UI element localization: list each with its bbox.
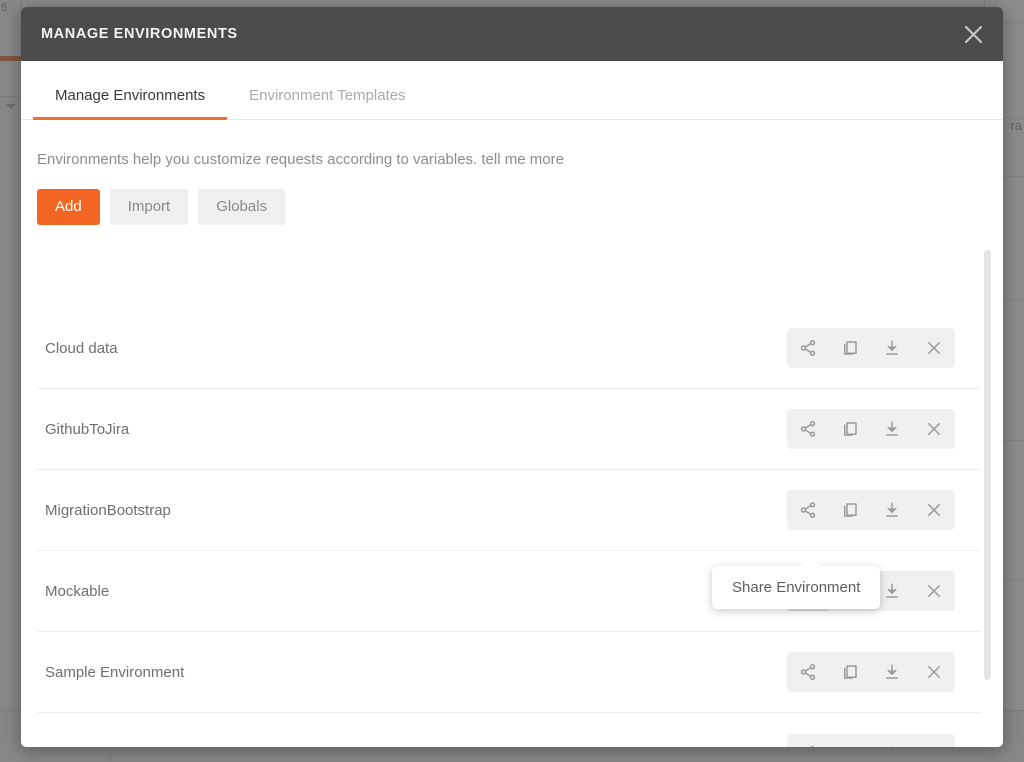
table-row[interactable]: GithubToJira — [37, 389, 981, 470]
download-icon[interactable] — [871, 328, 913, 368]
copy-icon[interactable] — [829, 490, 871, 530]
add-button[interactable]: Add — [37, 188, 100, 225]
row-action-group — [787, 328, 955, 368]
copy-icon[interactable] — [829, 409, 871, 449]
tooltip-share-environment: Share Environment — [712, 557, 881, 609]
share-icon[interactable] — [787, 409, 829, 449]
modal-header: MANAGE ENVIRONMENTS — [21, 7, 1003, 61]
globals-button[interactable]: Globals — [198, 188, 286, 225]
environment-name: Support — [45, 745, 98, 747]
tab-environment-templates[interactable]: Environment Templates — [227, 88, 427, 119]
environment-name: Sample Environment — [45, 663, 185, 681]
environment-name: MigrationBootstrap — [45, 501, 171, 519]
table-row[interactable]: Cloud data — [37, 308, 981, 389]
delete-icon[interactable] — [913, 652, 955, 692]
delete-icon[interactable] — [913, 409, 955, 449]
manage-environments-modal: MANAGE ENVIRONMENTS Manage Environments … — [21, 7, 1003, 747]
share-icon[interactable] — [787, 490, 829, 530]
modal-body: Environments help you customize requests… — [21, 150, 1003, 747]
download-icon[interactable] — [871, 734, 913, 747]
table-row[interactable]: Sample Environment — [37, 632, 981, 713]
delete-icon[interactable] — [913, 490, 955, 530]
download-icon[interactable] — [871, 490, 913, 530]
copy-icon[interactable] — [829, 652, 871, 692]
share-icon[interactable] — [787, 734, 829, 747]
import-button[interactable]: Import — [109, 188, 189, 225]
delete-icon[interactable] — [913, 328, 955, 368]
environment-name: Mockable — [45, 582, 110, 600]
environment-name: Cloud data — [45, 339, 118, 357]
row-action-group — [787, 733, 955, 748]
table-row[interactable]: Support — [37, 713, 981, 747]
delete-icon[interactable] — [913, 571, 955, 611]
copy-icon[interactable] — [829, 734, 871, 747]
share-icon[interactable] — [787, 652, 829, 692]
row-action-group — [787, 652, 955, 692]
copy-icon[interactable] — [829, 328, 871, 368]
action-button-group: Add Import Globals — [37, 188, 1003, 225]
environment-list: Cloud data GithubToJira MigrationBootstr… — [37, 308, 981, 747]
table-row[interactable]: MigrationBootstrap — [37, 470, 981, 551]
tab-manage-environments[interactable]: Manage Environments — [33, 88, 228, 120]
list-scrollbar[interactable] — [984, 250, 991, 735]
delete-icon[interactable] — [913, 734, 955, 748]
intro-description: Environments help you customize requests… — [37, 151, 564, 168]
download-icon[interactable] — [871, 652, 913, 692]
row-action-group — [787, 409, 955, 449]
modal-tab-bar: Manage Environments Environment Template… — [21, 61, 1003, 120]
environment-name: GithubToJira — [45, 420, 130, 438]
modal-title: MANAGE ENVIRONMENTS — [41, 26, 238, 42]
close-icon[interactable] — [957, 18, 989, 50]
row-action-group — [787, 490, 955, 530]
download-icon[interactable] — [871, 409, 913, 449]
list-scrollbar-thumb[interactable] — [984, 250, 991, 680]
share-icon[interactable] — [787, 328, 829, 368]
environment-list-container: Cloud data GithubToJira MigrationBootstr… — [37, 308, 1003, 747]
